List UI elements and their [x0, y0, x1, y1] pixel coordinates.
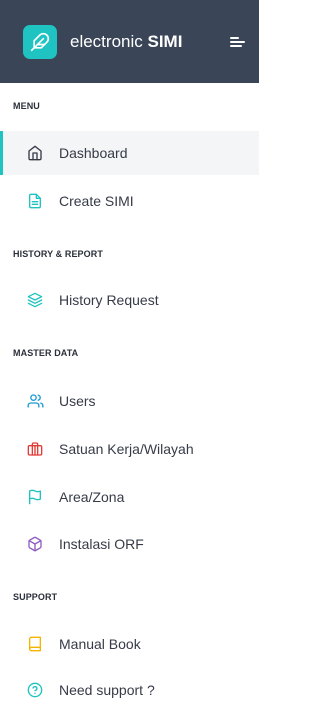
- sidebar-item-need-support[interactable]: Need support ?: [0, 668, 259, 702]
- sidebar-item-label: Instalasi ORF: [59, 536, 144, 552]
- sidebar-item-users[interactable]: Users: [0, 379, 259, 423]
- section-history-report: HISTORY & REPORT: [13, 249, 103, 259]
- help-circle-icon: [26, 681, 44, 699]
- sidebar-item-label: Satuan Kerja/Wilayah: [59, 441, 194, 457]
- logo[interactable]: [23, 25, 57, 59]
- flag-icon: [26, 488, 44, 506]
- sidebar-item-area-zona[interactable]: Area/Zona: [0, 475, 259, 519]
- package-icon: [26, 535, 44, 553]
- sidebar-item-label: Users: [59, 393, 96, 409]
- sidebar-item-label: History Request: [59, 292, 159, 308]
- sidebar-item-create-simi[interactable]: Create SIMI: [0, 179, 259, 223]
- brand-title[interactable]: electronic SIMI: [70, 30, 182, 54]
- sidebar-item-manual-book[interactable]: Manual Book: [0, 622, 259, 666]
- home-icon: [26, 144, 44, 162]
- sidebar-item-satuan-kerja[interactable]: Satuan Kerja/Wilayah: [0, 427, 259, 471]
- sidebar-item-instalasi-orf[interactable]: Instalasi ORF: [0, 522, 259, 566]
- sidebar-item-label: Dashboard: [59, 145, 128, 161]
- hamburger-menu-icon[interactable]: [230, 35, 246, 49]
- feather-icon: [30, 32, 50, 52]
- sidebar-item-label: Need support ?: [59, 682, 155, 698]
- section-menu: MENU: [13, 101, 40, 111]
- sidebar-item-label: Area/Zona: [59, 489, 125, 505]
- sidebar-item-label: Manual Book: [59, 636, 141, 652]
- brand-prefix: electronic: [70, 32, 143, 51]
- document-icon: [26, 192, 44, 210]
- section-support: SUPPORT: [13, 592, 58, 602]
- sidebar-header: electronic SIMI: [0, 0, 259, 83]
- layers-icon: [26, 291, 44, 309]
- users-icon: [26, 392, 44, 410]
- section-master-data: MASTER DATA: [13, 348, 79, 358]
- book-icon: [26, 635, 44, 653]
- brand-name: SIMI: [147, 32, 183, 51]
- building-icon: [26, 440, 44, 458]
- sidebar-item-dashboard[interactable]: Dashboard: [0, 131, 259, 175]
- sidebar-item-history-request[interactable]: History Request: [0, 278, 259, 322]
- sidebar-item-label: Create SIMI: [59, 193, 134, 209]
